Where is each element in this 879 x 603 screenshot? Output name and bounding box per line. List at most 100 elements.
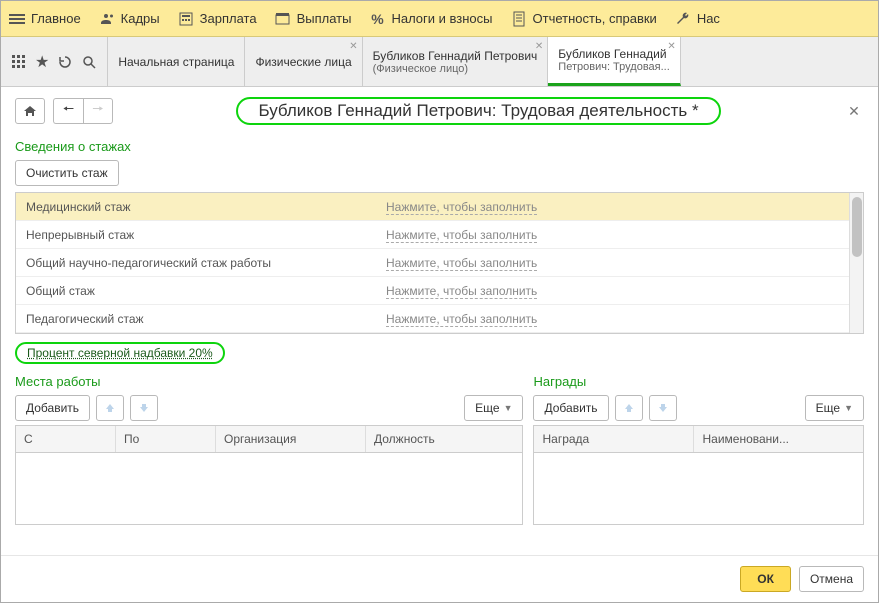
workplaces-table[interactable]: С По Организация Должность xyxy=(15,425,523,525)
tab-persons[interactable]: Физические лица ✕ xyxy=(245,37,362,86)
tab-person-label2: (Физическое лицо) xyxy=(373,63,538,75)
hamburger-menu[interactable]: Главное xyxy=(9,11,81,27)
close-icon[interactable]: ✕ xyxy=(667,41,675,52)
tab-labor-label1: Бубликов Геннадий xyxy=(558,47,670,61)
menu-icon xyxy=(9,11,25,27)
table-body xyxy=(534,453,863,523)
awards-column: Награды Добавить Еще ▼ Награда Наименова… xyxy=(533,368,864,525)
wrench-icon xyxy=(675,11,691,27)
menu-nalogi[interactable]: % Налоги и взносы xyxy=(369,11,492,27)
more-label: Еще xyxy=(475,401,499,415)
forward-button[interactable]: 🠖 xyxy=(83,98,113,124)
move-up-button[interactable] xyxy=(96,395,124,421)
move-up-button[interactable] xyxy=(615,395,643,421)
move-down-button[interactable] xyxy=(649,395,677,421)
stazh-grid: Медицинский стаж Нажмите, чтобы заполнит… xyxy=(15,192,864,334)
stazh-name: Общий стаж xyxy=(16,280,376,302)
awards-table[interactable]: Награда Наименовани... xyxy=(533,425,864,525)
scrollbar-thumb[interactable] xyxy=(852,197,862,257)
cancel-button[interactable]: Отмена xyxy=(799,566,864,592)
menu-nalogi-label: Налоги и взносы xyxy=(391,11,492,26)
stazh-scrollbar[interactable] xyxy=(849,193,863,333)
menu-settings[interactable]: Нас xyxy=(675,11,720,27)
page-title-text: Бубликов Геннадий Петрович: Трудовая дея… xyxy=(236,97,720,125)
col-award: Награда xyxy=(534,426,694,452)
stazh-name: Общий научно-педагогический стаж работы xyxy=(16,252,376,274)
document-icon xyxy=(511,11,527,27)
tab-home-label: Начальная страница xyxy=(118,55,234,69)
tab-home[interactable]: Начальная страница xyxy=(108,37,245,86)
northern-allowance-link[interactable]: Процент северной надбавки 20% xyxy=(15,346,225,360)
col-position: Должность xyxy=(366,426,522,452)
more-label: Еще xyxy=(816,401,840,415)
stazh-row[interactable]: Непрерывный стаж Нажмите, чтобы заполнит… xyxy=(16,221,849,249)
fill-link[interactable]: Нажмите, чтобы заполнить xyxy=(386,256,537,271)
dialog-footer: ОК Отмена xyxy=(1,555,878,602)
stazh-name: Педагогический стаж xyxy=(16,308,376,330)
menu-otchet[interactable]: Отчетность, справки xyxy=(511,11,657,27)
menu-vyplaty-label: Выплаты xyxy=(297,11,352,26)
close-page-button[interactable]: ✕ xyxy=(844,103,864,120)
stazh-row[interactable]: Общий научно-педагогический стаж работы … xyxy=(16,249,849,277)
tab-person-card[interactable]: Бубликов Геннадий Петрович (Физическое л… xyxy=(363,37,549,86)
arrow-up-icon xyxy=(623,402,635,414)
more-workplaces-button[interactable]: Еще ▼ xyxy=(464,395,523,421)
tab-labor-activity[interactable]: Бубликов Геннадий Петрович: Трудовая... … xyxy=(548,37,681,86)
stazh-name: Непрерывный стаж xyxy=(16,224,376,246)
more-awards-button[interactable]: Еще ▼ xyxy=(805,395,864,421)
menu-otchet-label: Отчетность, справки xyxy=(533,11,657,26)
arrow-up-icon xyxy=(104,402,116,414)
fill-link[interactable]: Нажмите, чтобы заполнить xyxy=(386,312,537,327)
fill-link[interactable]: Нажмите, чтобы заполнить xyxy=(386,228,537,243)
table-header: Награда Наименовани... xyxy=(534,426,863,453)
add-workplace-button[interactable]: Добавить xyxy=(15,395,90,421)
tabs-bar: ★ Начальная страница Физические лица ✕ Б… xyxy=(1,37,878,87)
two-columns: Места работы Добавить Еще ▼ С По Организ… xyxy=(1,368,878,525)
workplaces-column: Места работы Добавить Еще ▼ С По Организ… xyxy=(15,368,523,525)
menu-kadry-label: Кадры xyxy=(121,11,160,26)
menu-main-label: Главное xyxy=(31,11,81,26)
col-award-name: Наименовани... xyxy=(694,426,863,452)
menu-settings-label: Нас xyxy=(697,11,720,26)
fill-link[interactable]: Нажмите, чтобы заполнить xyxy=(386,284,537,299)
star-icon[interactable]: ★ xyxy=(35,52,49,72)
menu-zarplata[interactable]: Зарплата xyxy=(178,11,257,27)
awards-title: Награды xyxy=(533,374,864,389)
wallet-icon xyxy=(275,11,291,27)
home-icon xyxy=(23,104,37,118)
northern-allowance-text: Процент северной надбавки 20% xyxy=(15,342,225,364)
percent-icon: % xyxy=(369,11,385,27)
search-icon[interactable] xyxy=(81,54,97,70)
chevron-down-icon: ▼ xyxy=(504,403,513,413)
move-down-button[interactable] xyxy=(130,395,158,421)
stazh-row[interactable]: Педагогический стаж Нажмите, чтобы запол… xyxy=(16,305,849,333)
close-icon[interactable]: ✕ xyxy=(349,41,357,52)
ok-button[interactable]: ОК xyxy=(740,566,791,592)
apps-icon[interactable] xyxy=(11,54,27,70)
history-icon[interactable] xyxy=(57,54,73,70)
table-header: С По Организация Должность xyxy=(16,426,522,453)
workplaces-toolbar: Добавить Еще ▼ xyxy=(15,395,523,421)
add-award-button[interactable]: Добавить xyxy=(533,395,608,421)
stazh-row[interactable]: Общий стаж Нажмите, чтобы заполнить xyxy=(16,277,849,305)
clear-stazh-button[interactable]: Очистить стаж xyxy=(15,160,119,186)
stazh-section: Сведения о стажах Очистить стаж Медицинс… xyxy=(1,129,878,338)
tab-persons-label: Физические лица xyxy=(255,55,351,69)
back-forward-group: 🠔 🠖 xyxy=(53,98,113,124)
tab-tools: ★ xyxy=(1,37,108,86)
calculator-icon xyxy=(178,11,194,27)
menu-kadry[interactable]: Кадры xyxy=(99,11,160,27)
page-title: Бубликов Геннадий Петрович: Трудовая дея… xyxy=(121,97,836,125)
menu-vyplaty[interactable]: Выплаты xyxy=(275,11,352,27)
tab-labor-label2: Петрович: Трудовая... xyxy=(558,61,670,73)
stazh-row[interactable]: Медицинский стаж Нажмите, чтобы заполнит… xyxy=(16,193,849,221)
close-icon[interactable]: ✕ xyxy=(535,41,543,52)
home-button[interactable] xyxy=(15,98,45,124)
fill-link[interactable]: Нажмите, чтобы заполнить xyxy=(386,200,537,215)
col-org: Организация xyxy=(216,426,366,452)
arrow-down-icon xyxy=(138,402,150,414)
back-button[interactable]: 🠔 xyxy=(53,98,83,124)
people-icon xyxy=(99,11,115,27)
tab-person-label1: Бубликов Геннадий Петрович xyxy=(373,49,538,63)
table-body xyxy=(16,453,522,523)
